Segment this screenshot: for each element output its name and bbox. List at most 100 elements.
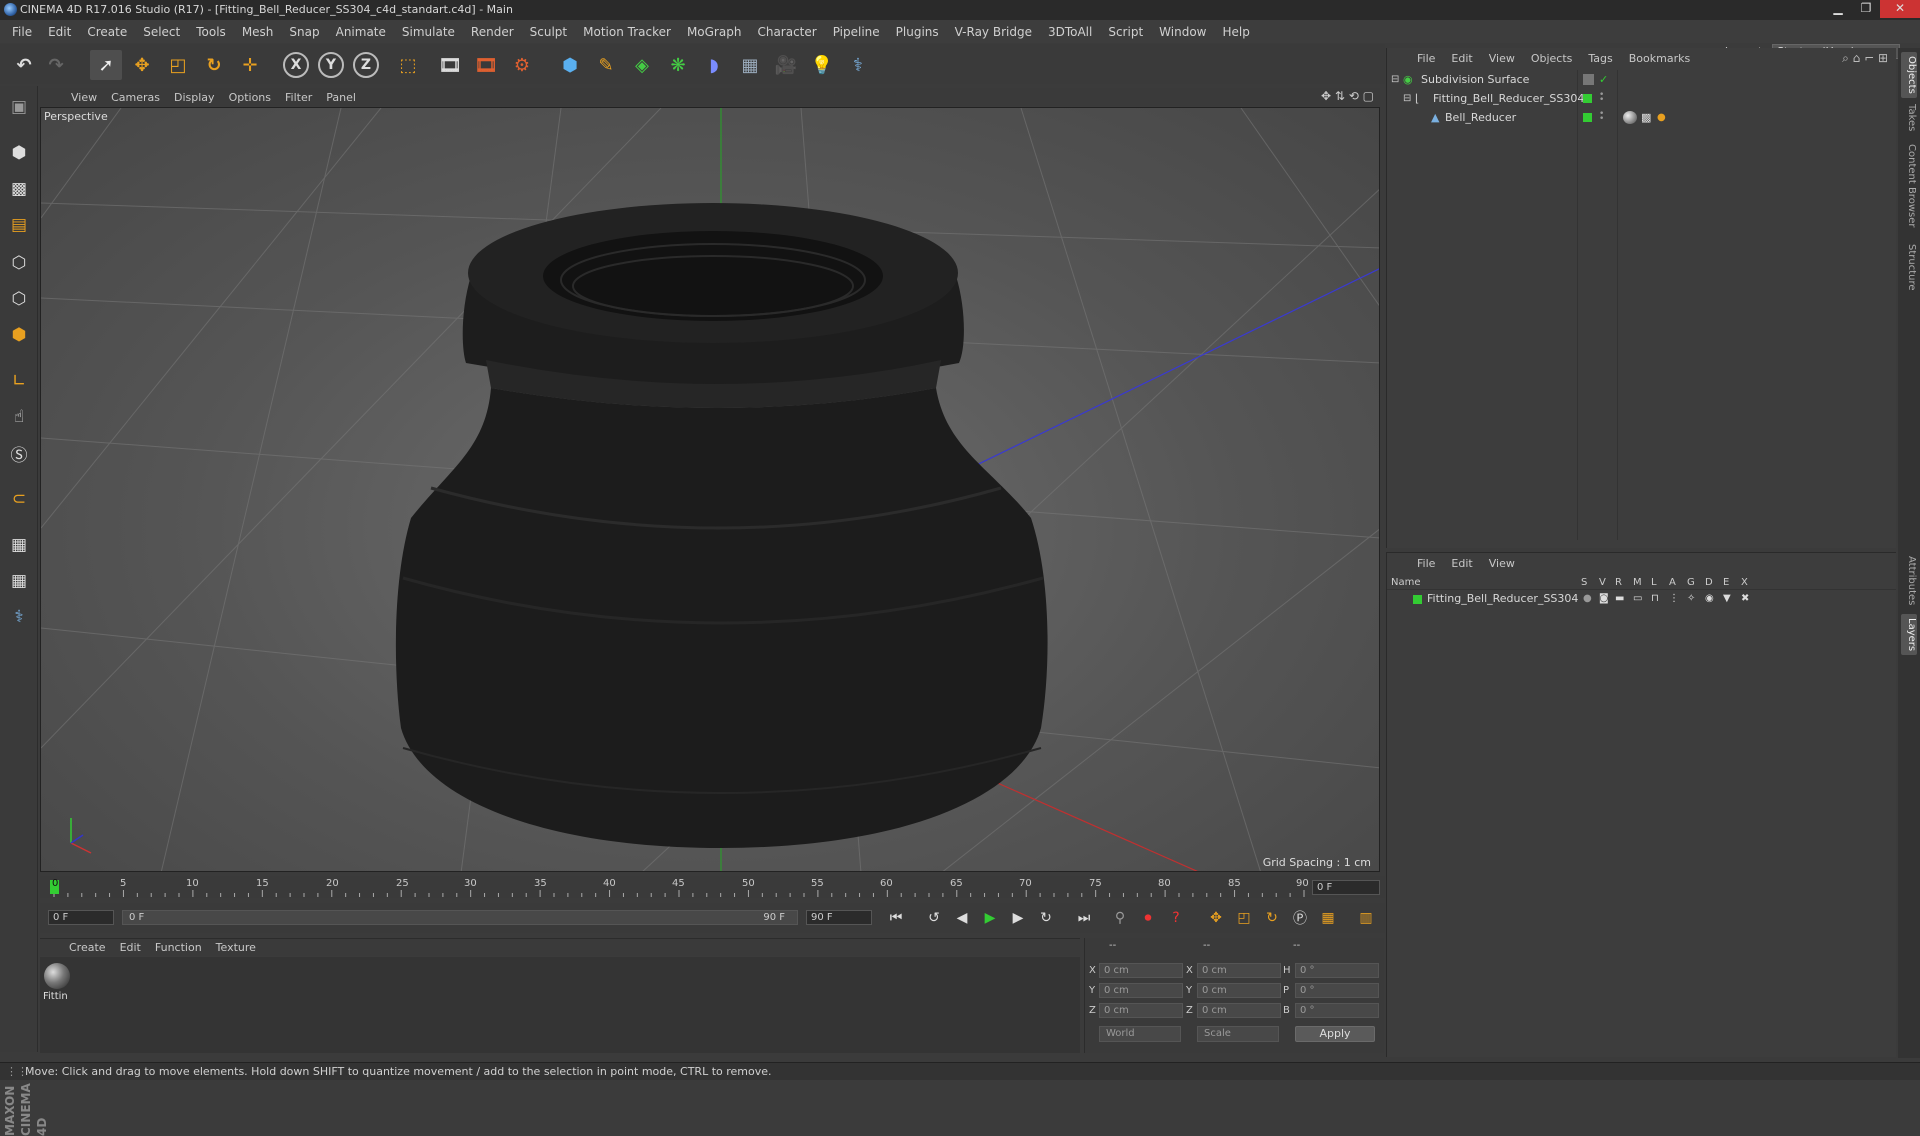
tab-layers[interactable]: Layers [1901, 614, 1917, 656]
rotation-b-field[interactable]: 0 ° [1295, 1003, 1379, 1018]
menu-snap[interactable]: Snap [281, 25, 327, 39]
phong-tag-icon[interactable] [1623, 111, 1637, 124]
go-to-end-icon[interactable]: ⏭ [1072, 906, 1096, 930]
tweak-mode-icon[interactable]: ☝ [4, 402, 34, 432]
menu-mograph[interactable]: MoGraph [679, 25, 750, 39]
collapse-icon[interactable]: ⊟ [1403, 89, 1411, 108]
rotate-tool-icon[interactable]: ↻ [198, 50, 230, 80]
undo-icon[interactable]: ↶ [8, 50, 40, 80]
play-icon[interactable]: ▶ [978, 906, 1002, 930]
python-script-icon[interactable]: ⚕ [4, 602, 34, 632]
visibility-dots-icon[interactable]: • • [1599, 91, 1604, 105]
menu-edit[interactable]: Edit [40, 25, 79, 39]
end-frame-field[interactable]: 90 F [806, 910, 872, 925]
coordinate-system-dropdown[interactable]: World [1099, 1026, 1181, 1042]
rotation-key-icon[interactable]: ↻ [1260, 906, 1284, 930]
viewport-menu-filter[interactable]: Filter [278, 91, 319, 104]
material-menu-edit[interactable]: Edit [113, 941, 148, 954]
column-generators[interactable]: G [1687, 576, 1695, 590]
column-xref[interactable]: X [1741, 576, 1748, 590]
timeline-window-icon[interactable]: ▥ [1354, 906, 1378, 930]
autokeying-icon[interactable]: ? [1164, 906, 1188, 930]
material-menu-create[interactable]: Create [62, 941, 113, 954]
rotation-h-field[interactable]: 0 ° [1295, 963, 1379, 978]
menu-animate[interactable]: Animate [328, 25, 394, 39]
object-menu-tags[interactable]: Tags [1580, 52, 1620, 65]
x-axis-lock-icon[interactable]: X [283, 52, 309, 78]
previous-frame-icon[interactable]: ◀ [950, 906, 974, 930]
array-generator-icon[interactable]: ❋ [662, 50, 694, 80]
scale-tool-icon[interactable]: ◰ [162, 50, 194, 80]
menu-select[interactable]: Select [135, 25, 188, 39]
size-mode-dropdown[interactable]: Scale [1197, 1026, 1279, 1042]
column-manager[interactable]: M [1633, 576, 1642, 590]
visibility-dots-icon[interactable]: • • [1599, 110, 1604, 124]
object-menu-bookmarks[interactable]: Bookmarks [1621, 52, 1698, 65]
magnet-icon[interactable]: ⊂ [4, 484, 34, 514]
position-key-icon[interactable]: ✥ [1204, 906, 1228, 930]
frame-range-slider[interactable]: 0 F 90 F [122, 910, 798, 925]
enabled-check-icon[interactable]: ✓ [1599, 70, 1608, 89]
viewport-menu-panel[interactable]: Panel [319, 91, 363, 104]
spline-pen-icon[interactable]: ✎ [590, 50, 622, 80]
tab-content-browser[interactable]: Content Browser [1901, 144, 1917, 227]
layer-menu-edit[interactable]: Edit [1443, 557, 1480, 570]
menu-render[interactable]: Render [463, 25, 522, 39]
texture-mode-icon[interactable]: ▩ [4, 174, 34, 204]
deformer-icon[interactable]: ◗ [698, 50, 730, 80]
model-mode-icon[interactable]: ⬢ [4, 138, 34, 168]
menu-sculpt[interactable]: Sculpt [522, 25, 575, 39]
menu-file[interactable]: File [4, 25, 40, 39]
layer-xref-icon[interactable]: ✖ [1741, 591, 1749, 607]
point-level-key-icon[interactable]: ▦ [1316, 906, 1340, 930]
viewport-menu-options[interactable]: Options [222, 91, 278, 104]
layer-menu-view[interactable]: View [1481, 557, 1523, 570]
object-row-bell-reducer[interactable]: ▲ Bell_Reducer • • ▩ ● [1387, 108, 1896, 127]
layer-render-icon[interactable]: ▬ [1615, 591, 1624, 607]
position-z-field[interactable]: 0 cm [1099, 1003, 1183, 1018]
previous-key-icon[interactable]: ↺ [922, 906, 946, 930]
render-picture-viewer-icon[interactable]: 🎞 [470, 50, 502, 80]
column-solo[interactable]: S [1581, 576, 1587, 590]
render-view-icon[interactable]: 🎞 [434, 50, 466, 80]
material-tag-icon[interactable]: ● [1657, 108, 1666, 127]
workplane-rotate-icon[interactable]: ▦ [4, 566, 34, 596]
camera-icon[interactable]: 🎥 [770, 50, 802, 80]
object-menu-edit[interactable]: Edit [1443, 52, 1480, 65]
keyframe-selection-icon[interactable]: ⚲ [1108, 906, 1132, 930]
object-menu-view[interactable]: View [1481, 52, 1523, 65]
menu-3dtoall[interactable]: 3DToAll [1040, 25, 1100, 39]
light-icon[interactable]: 💡 [806, 50, 838, 80]
redo-icon[interactable]: ↷ [40, 50, 72, 80]
layer-menu-file[interactable]: File [1409, 557, 1443, 570]
menu-vray-bridge[interactable]: V-Ray Bridge [947, 25, 1040, 39]
menu-tools[interactable]: Tools [188, 25, 234, 39]
layer-solo-icon[interactable]: ● [1583, 591, 1592, 607]
menu-motion-tracker[interactable]: Motion Tracker [575, 25, 679, 39]
y-axis-lock-icon[interactable]: Y [318, 52, 344, 78]
minimize-button[interactable]: ▁ [1824, 0, 1852, 18]
tab-takes[interactable]: Takes [1901, 104, 1917, 131]
position-y-field[interactable]: 0 cm [1099, 983, 1183, 998]
floor-scene-icon[interactable]: ▦ [734, 50, 766, 80]
live-select-icon[interactable]: ✛ [234, 50, 266, 80]
menu-mesh[interactable]: Mesh [234, 25, 282, 39]
subdivision-generator-icon[interactable]: ◈ [626, 50, 658, 80]
move-tool-icon[interactable]: ✥ [126, 50, 158, 80]
column-render[interactable]: R [1615, 576, 1622, 590]
next-frame-icon[interactable]: ▶ [1006, 906, 1030, 930]
layer-expressions-icon[interactable]: ▼ [1723, 591, 1731, 607]
menu-help[interactable]: Help [1214, 25, 1257, 39]
record-active-objects-icon[interactable]: ⏺ [1136, 906, 1160, 930]
world-coordinate-icon[interactable]: ⬚ [392, 50, 424, 80]
column-deformers[interactable]: D [1705, 576, 1713, 590]
layer-view-icon[interactable]: ◙ [1599, 591, 1609, 607]
tab-structure[interactable]: Structure [1901, 244, 1917, 291]
layer-animation-icon[interactable]: ⋮ [1669, 591, 1679, 607]
current-frame-field[interactable]: 0 F [1312, 880, 1380, 895]
scale-key-icon[interactable]: ◰ [1232, 906, 1256, 930]
size-y-field[interactable]: 0 cm [1197, 983, 1281, 998]
rotation-p-field[interactable]: 0 ° [1295, 983, 1379, 998]
menu-create[interactable]: Create [79, 25, 135, 39]
object-row-fitting-bell-reducer[interactable]: ⊟ ⌊ Fitting_Bell_Reducer_SS304 • • [1387, 89, 1896, 108]
